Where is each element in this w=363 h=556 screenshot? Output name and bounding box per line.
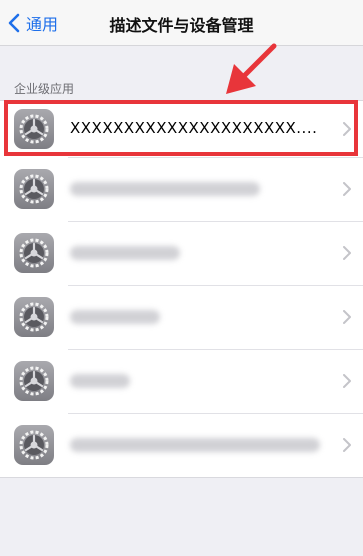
enterprise-app-name-redacted (70, 438, 320, 452)
navigation-bar: 通用 描述文件与设备管理 (0, 0, 363, 46)
red-arrow-icon (226, 43, 277, 94)
settings-gear-icon (14, 233, 54, 273)
section-header-enterprise-apps: 企业级应用 (14, 82, 75, 96)
enterprise-app-row[interactable]: XXXXXXXXXXXXXXXXXXXXX.... (0, 101, 363, 157)
enterprise-app-row[interactable] (0, 157, 363, 221)
chevron-right-icon (343, 182, 351, 196)
settings-gear-icon (14, 109, 54, 149)
chevron-right-icon (343, 310, 351, 324)
settings-gear-icon (14, 169, 54, 209)
page-title: 描述文件与设备管理 (109, 16, 254, 35)
chevron-right-icon (343, 246, 351, 260)
enterprise-app-name-redacted (70, 182, 260, 196)
enterprise-app-row[interactable] (0, 349, 363, 413)
enterprise-app-row[interactable] (0, 413, 363, 477)
enterprise-app-name-redacted (70, 246, 180, 260)
enterprise-app-name-redacted (70, 374, 130, 388)
settings-gear-icon (14, 425, 54, 465)
enterprise-app-name-redacted (70, 310, 160, 324)
enterprise-app-row[interactable] (0, 285, 363, 349)
chevron-right-icon (343, 374, 351, 388)
enterprise-app-row[interactable] (0, 221, 363, 285)
enterprise-app-name: XXXXXXXXXXXXXXXXXXXXX.... (70, 119, 318, 137)
chevron-right-icon (343, 438, 351, 452)
settings-gear-icon (14, 361, 54, 401)
enterprise-app-list: XXXXXXXXXXXXXXXXXXXXX.... (0, 100, 363, 478)
chevron-right-icon (343, 122, 351, 136)
settings-gear-icon (14, 297, 54, 337)
